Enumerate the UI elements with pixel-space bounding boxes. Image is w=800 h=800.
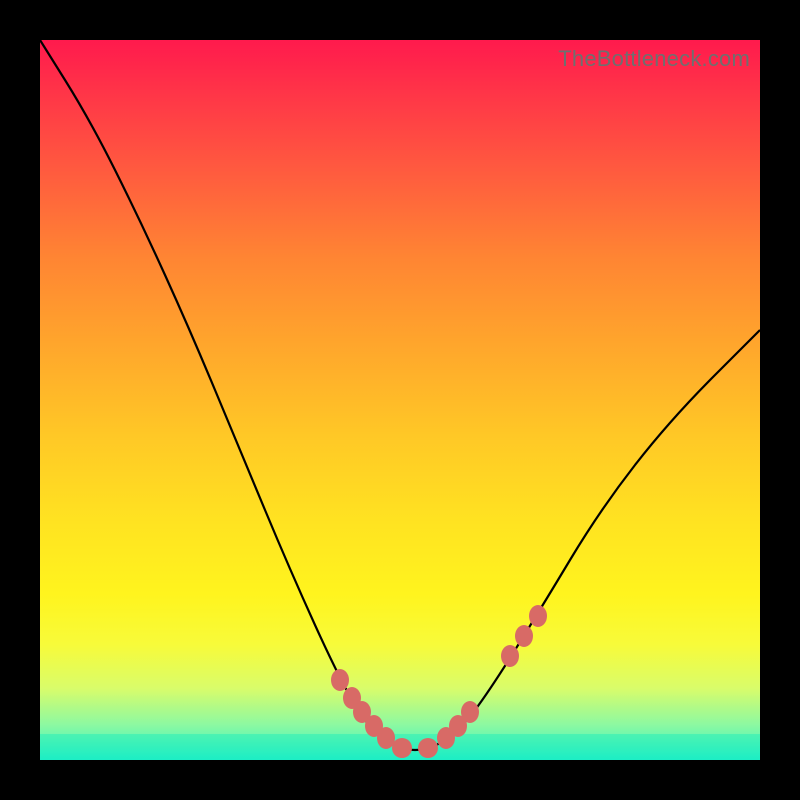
marker-group: [331, 605, 547, 758]
plot-area: TheBottleneck.com: [40, 40, 760, 760]
curve-layer: [40, 40, 760, 760]
marker-dot: [501, 645, 519, 667]
marker-dot: [529, 605, 547, 627]
marker-pill: [392, 738, 412, 758]
marker-dot: [331, 669, 349, 691]
marker-pill: [418, 738, 438, 758]
watermark-text: TheBottleneck.com: [558, 46, 750, 72]
bottleneck-curve: [40, 40, 760, 750]
marker-dot: [461, 701, 479, 723]
marker-dot: [515, 625, 533, 647]
chart-frame: TheBottleneck.com: [0, 0, 800, 800]
